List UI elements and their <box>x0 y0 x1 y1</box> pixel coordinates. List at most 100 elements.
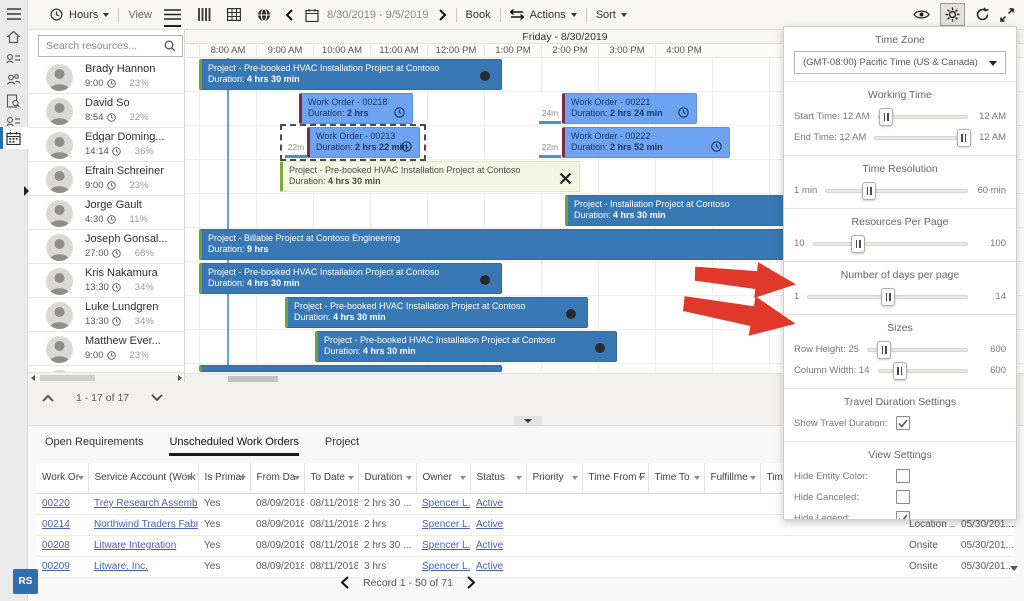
column-header[interactable]: To Date <box>304 463 358 493</box>
service-account-link[interactable]: Litware Integration <box>94 540 176 551</box>
resources-per-page-slider[interactable] <box>813 235 968 253</box>
owner-link[interactable]: Spencer L... <box>422 498 470 509</box>
owner-link[interactable]: Spencer L... <box>422 519 470 530</box>
page-down-chevron-icon[interactable] <box>151 394 163 402</box>
slider-thumb[interactable] <box>893 362 907 380</box>
tab-unscheduled-work-orders[interactable]: Unscheduled Work Orders <box>169 436 298 456</box>
hide-canceled-checkbox-unchecked[interactable] <box>896 490 910 504</box>
scroll-right-icon[interactable] <box>178 375 182 381</box>
slider-thumb[interactable] <box>881 288 895 306</box>
tab-open-requirements[interactable]: Open Requirements <box>45 436 143 456</box>
cancel-x-icon[interactable] <box>559 172 572 185</box>
column-header[interactable]: Work Or <box>36 463 88 493</box>
booking-block-workorder[interactable]: Work Order - 00221 Duration: 2 hrs 24 mi… <box>562 93 697 124</box>
resource-row[interactable]: Brady Hannon 9:0023% <box>28 60 185 94</box>
column-header[interactable]: Priority <box>526 463 582 493</box>
resource-row[interactable]: Edgar Doming... 14:1436% <box>28 128 185 162</box>
filter-chevron-icon[interactable] <box>460 476 466 480</box>
panel-flyout-arrow-icon[interactable] <box>24 186 29 196</box>
column-header[interactable]: From Da <box>250 463 304 493</box>
slider-thumb[interactable] <box>957 129 971 147</box>
work-order-link[interactable]: 00220 <box>42 498 70 509</box>
column-header[interactable]: Time To <box>648 463 704 493</box>
panel-splitter-handle[interactable] <box>514 416 542 425</box>
fullscreen-resize-icon[interactable] <box>1000 8 1014 22</box>
column-header[interactable]: Is Primar <box>198 463 250 493</box>
status-link[interactable]: Active <box>476 519 503 530</box>
previous-page-chevron-icon[interactable] <box>340 576 349 589</box>
book-button[interactable]: Book <box>466 9 491 21</box>
hide-entity-color-checkbox-unchecked[interactable] <box>896 469 910 483</box>
column-width-slider[interactable] <box>878 362 968 380</box>
start-time-slider[interactable] <box>878 108 969 126</box>
map-view-globe-icon[interactable] <box>257 8 271 22</box>
schedule-board-calendar-icon[interactable] <box>6 131 22 147</box>
column-header[interactable]: Status <box>470 463 526 493</box>
resource-row[interactable]: Luke Lundgren 13:3034% <box>28 298 185 332</box>
booking-block-project[interactable]: Project - Installation Project at Contos… <box>565 195 805 226</box>
resource-row[interactable]: Jorge Gault 4:3011% <box>28 196 185 230</box>
resource-row[interactable]: David So 8:5422% <box>28 94 185 128</box>
booking-block-workorder[interactable]: Work Order - 00218 Duration: 2 hrs <box>299 93 413 124</box>
booking-block-project[interactable]: Project - Pre-booked HVAC Installation P… <box>199 59 502 90</box>
service-account-link[interactable]: Trey Research Assembly <box>94 498 198 509</box>
slider-thumb[interactable] <box>862 182 876 200</box>
booking-block-workorder[interactable]: Work Order - 00222 Duration: 2 hrs 52 mi… <box>562 127 730 158</box>
people-group-icon[interactable] <box>6 73 22 89</box>
next-page-chevron-icon[interactable] <box>467 576 476 589</box>
refresh-icon[interactable] <box>975 7 990 22</box>
hours-scale-dropdown[interactable]: Hours <box>69 9 109 21</box>
column-header[interactable]: Service Account (Work ... <box>88 463 198 493</box>
days-per-page-slider[interactable] <box>807 288 968 306</box>
user-initials-badge[interactable]: RS <box>13 569 38 594</box>
booking-block-project[interactable]: Project - Pre-booked HVAC Installation P… <box>315 331 617 362</box>
owner-link[interactable]: Spencer L... <box>422 540 470 551</box>
service-account-link[interactable]: Litware, Inc. <box>94 561 148 572</box>
scroll-left-icon[interactable] <box>31 375 35 381</box>
filter-chevron-icon[interactable] <box>188 476 194 480</box>
resource-horizontal-scrollbar[interactable] <box>28 372 185 382</box>
resource-row[interactable]: Kris Nakamura 13:3034% <box>28 264 185 298</box>
filter-chevron-icon[interactable] <box>240 476 246 480</box>
slider-thumb[interactable] <box>877 341 891 359</box>
column-header[interactable]: Owner <box>416 463 470 493</box>
resource-row[interactable]: Efrain Schreiner 9:0023% <box>28 162 185 196</box>
home-icon[interactable] <box>6 30 22 46</box>
grid-scroll-down-icon[interactable] <box>1010 566 1018 571</box>
sort-dropdown[interactable]: Sort <box>596 9 627 21</box>
column-header[interactable]: Fulfillme <box>704 463 760 493</box>
settings-gear-button-active[interactable] <box>940 3 965 26</box>
slider-thumb[interactable] <box>879 108 893 126</box>
filter-chevron-icon[interactable] <box>78 476 84 480</box>
booking-block-project-partial[interactable] <box>199 365 502 372</box>
actions-dropdown[interactable]: Actions <box>530 9 577 21</box>
filter-chevron-icon[interactable] <box>294 476 300 480</box>
tab-project[interactable]: Project <box>325 436 359 456</box>
page-up-chevron-icon[interactable] <box>42 394 54 402</box>
timeline-view-icon[interactable] <box>197 8 211 21</box>
work-order-row[interactable]: 00208 Litware Integration Yes 08/09/2018… <box>36 535 1013 556</box>
end-time-slider[interactable] <box>874 129 968 147</box>
scrollbar-thumb[interactable] <box>40 375 95 381</box>
filter-chevron-icon[interactable] <box>750 476 756 480</box>
slider-thumb[interactable] <box>851 235 865 253</box>
resources-contact-card-icon[interactable] <box>6 52 22 68</box>
booking-block-project[interactable]: Project - Pre-booked HVAC Installation P… <box>199 263 502 294</box>
search-resources-input[interactable] <box>38 35 183 57</box>
date-picker-calendar-icon[interactable] <box>305 8 319 22</box>
timezone-select[interactable]: (GMT-08:00) Pacific Time (US & Canada) <box>794 51 1006 74</box>
gantt-view-icon[interactable] <box>164 8 181 21</box>
document-search-icon[interactable] <box>6 94 22 110</box>
visibility-eye-icon[interactable] <box>913 9 930 20</box>
owner-link[interactable]: Spencer L... <box>422 561 470 572</box>
column-header[interactable]: Duration <box>358 463 416 493</box>
table-view-icon[interactable] <box>227 8 241 21</box>
booking-block-drag-preview[interactable]: Project - Pre-booked HVAC Installation P… <box>280 161 580 192</box>
hamburger-menu-icon[interactable] <box>6 7 22 23</box>
status-link[interactable]: Active <box>476 561 503 572</box>
previous-dates-chevron-icon[interactable] <box>285 9 293 21</box>
filter-chevron-icon[interactable] <box>572 476 578 480</box>
filter-chevron-icon[interactable] <box>516 476 522 480</box>
filter-chevron-icon[interactable] <box>348 476 354 480</box>
status-link[interactable]: Active <box>476 498 503 509</box>
